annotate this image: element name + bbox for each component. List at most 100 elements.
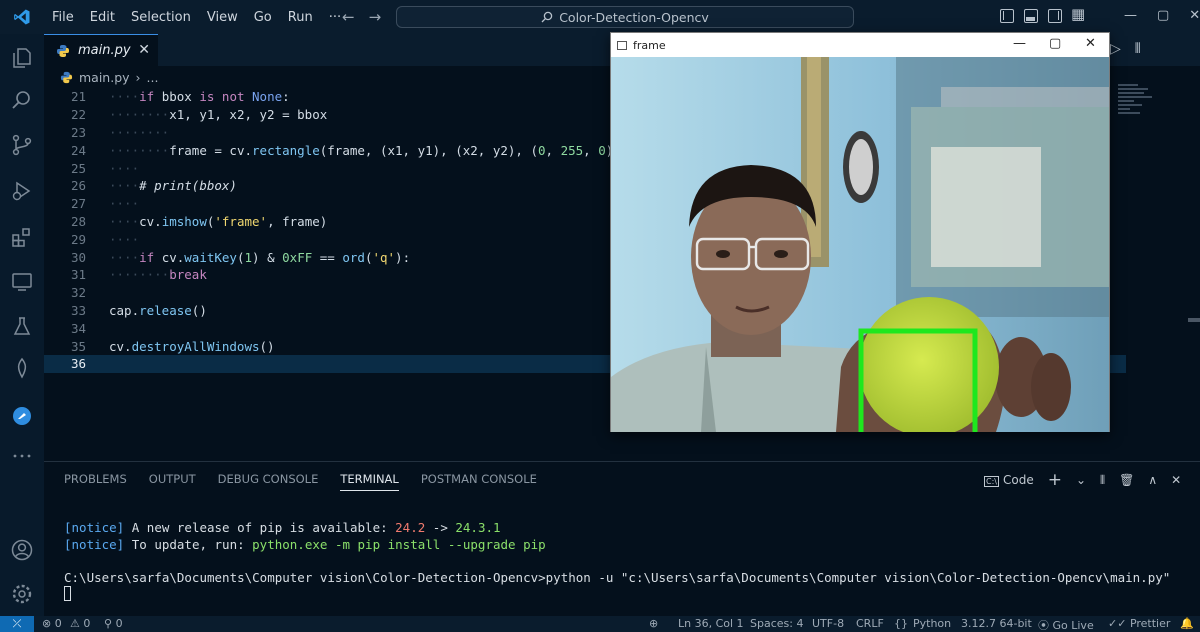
python-file-icon xyxy=(57,44,69,57)
window-app-icon xyxy=(617,40,627,50)
terminal-old-version: 24.2 xyxy=(395,520,426,535)
activity-bar xyxy=(0,34,44,616)
testing-flask-icon[interactable] xyxy=(0,307,44,347)
prettier-button[interactable]: ✓✓ Prettier xyxy=(1108,617,1170,630)
python-file-icon xyxy=(60,71,73,83)
status-eol[interactable]: CRLF xyxy=(856,617,884,630)
terminal-text: A new release of pip is available: xyxy=(124,520,396,535)
run-debug-icon[interactable] xyxy=(0,171,44,211)
toggle-panel-icon[interactable] xyxy=(1024,9,1038,23)
frame-minimize-icon[interactable]: — xyxy=(1013,36,1026,51)
remote-explorer-icon[interactable] xyxy=(0,262,44,302)
remote-indicator-icon[interactable]: ⤫ xyxy=(0,616,34,632)
menu-view[interactable]: View xyxy=(199,10,246,25)
frame-title: frame xyxy=(633,38,666,52)
close-panel-icon[interactable]: ✕ xyxy=(1171,473,1181,487)
zoom-icon[interactable]: ⊕ xyxy=(649,617,658,630)
tab-main-py[interactable]: main.py ✕ xyxy=(44,34,158,66)
braces-icon[interactable]: {} xyxy=(894,617,908,630)
vscode-logo-icon xyxy=(0,0,44,34)
customize-layout-icon[interactable] xyxy=(1071,5,1086,23)
mongodb-leaf-icon[interactable] xyxy=(0,349,44,389)
breadcrumb-file[interactable]: main.py xyxy=(79,70,130,85)
run-python-file-icon[interactable]: ▷ xyxy=(1110,41,1121,57)
breadcrumb-separator: › xyxy=(135,69,141,85)
status-bar: ⤫ ⊗ 0 ⚠ 0 ⚲ 0 ⊕ Ln 36, Col 1 Spaces: 4 U… xyxy=(0,616,1200,632)
restore-icon[interactable]: ▢ xyxy=(1157,8,1169,23)
frame-title-bar[interactable]: frame — ▢ ✕ xyxy=(611,33,1109,57)
terminal-profile[interactable]: C:\ Code xyxy=(984,473,1034,487)
terminal-cursor xyxy=(64,586,71,601)
split-editor-icon[interactable]: ⫴ xyxy=(1135,41,1141,57)
terminal-icon: C:\ xyxy=(984,476,999,487)
terminal-command: python.exe -m pip install --upgrade pip xyxy=(252,536,546,552)
explorer-icon[interactable] xyxy=(0,38,44,78)
close-icon[interactable]: ✕ xyxy=(1189,8,1200,23)
terminal-notice: [notice] xyxy=(64,520,125,535)
trash-icon[interactable]: 🗑 xyxy=(1119,473,1134,487)
title-bar: File Edit Selection View Go Run ··· ← → … xyxy=(0,0,1200,34)
chevron-down-icon[interactable]: ⌄ xyxy=(1076,473,1086,487)
broadcast-icon: ⚲ xyxy=(104,617,116,630)
breadcrumb-symbol[interactable]: ... xyxy=(147,70,159,85)
toggle-primary-sidebar-icon[interactable] xyxy=(1000,9,1014,23)
editor-scrollbar[interactable] xyxy=(1188,318,1200,322)
status-language[interactable]: Python xyxy=(913,617,951,630)
frame-close-icon[interactable]: ✕ xyxy=(1085,36,1096,51)
terminal-output[interactable]: [notice] A new release of pip is availab… xyxy=(64,520,1170,603)
go-live-label: Go Live xyxy=(1052,619,1094,632)
status-ports[interactable]: ⚲ 0 xyxy=(104,617,123,630)
tab-terminal[interactable]: TERMINAL xyxy=(340,472,399,491)
close-tab-icon[interactable]: ✕ xyxy=(138,42,150,58)
prettier-label: Prettier xyxy=(1129,617,1171,630)
terminal-text: To update, run: xyxy=(124,536,253,552)
terminal-text: -> xyxy=(425,520,456,535)
minimap[interactable] xyxy=(1118,84,1158,134)
terminal-profile-label: Code xyxy=(1002,473,1034,487)
more-views-icon[interactable] xyxy=(0,436,44,476)
frame-maximize-icon[interactable]: ▢ xyxy=(1049,36,1061,51)
back-arrow-icon[interactable]: ← xyxy=(342,8,355,26)
search-icon[interactable] xyxy=(0,80,44,120)
status-position[interactable]: Ln 36, Col 1 xyxy=(678,617,744,630)
menu-selection[interactable]: Selection xyxy=(123,10,199,25)
notifications-bell-icon[interactable]: 🔔 xyxy=(1180,617,1194,630)
double-check-icon: ✓✓ xyxy=(1108,617,1130,630)
status-interpreter[interactable]: 3.12.7 64-bit xyxy=(961,617,1032,630)
status-warnings[interactable]: ⚠ 0 xyxy=(70,617,90,630)
tab-problems[interactable]: PROBLEMS xyxy=(64,472,127,491)
menu-file[interactable]: File xyxy=(44,10,82,25)
extensions-icon[interactable] xyxy=(0,217,44,257)
new-terminal-icon[interactable]: + xyxy=(1048,470,1062,490)
tab-postman-console[interactable]: POSTMAN CONSOLE xyxy=(421,472,537,491)
menu-run[interactable]: Run xyxy=(280,10,321,25)
postman-icon[interactable] xyxy=(0,396,44,436)
active-line-number: 36 xyxy=(70,356,86,372)
status-ports-count: 0 xyxy=(115,617,123,630)
bottom-panel: PROBLEMS OUTPUT DEBUG CONSOLE TERMINAL P… xyxy=(44,461,1200,616)
status-spaces[interactable]: Spaces: 4 xyxy=(750,617,803,630)
account-icon[interactable] xyxy=(0,530,44,570)
manage-gear-icon[interactable] xyxy=(0,574,44,614)
status-errors[interactable]: ⊗ 0 xyxy=(42,617,62,630)
minimize-icon[interactable]: — xyxy=(1124,8,1137,23)
search-icon xyxy=(541,11,553,23)
terminal-notice: [notice] xyxy=(64,536,125,552)
split-terminal-icon[interactable]: ⫴ xyxy=(1100,473,1105,488)
toggle-secondary-sidebar-icon[interactable] xyxy=(1048,9,1062,23)
command-center-search[interactable]: Color-Detection-Opencv xyxy=(396,6,854,28)
status-encoding[interactable]: UTF-8 xyxy=(812,617,844,630)
forward-arrow-icon[interactable]: → xyxy=(369,8,382,26)
menu-edit[interactable]: Edit xyxy=(82,10,123,25)
tab-debug-console[interactable]: DEBUG CONSOLE xyxy=(218,472,319,491)
tab-output[interactable]: OUTPUT xyxy=(149,472,196,491)
broadcast-icon: ⦿ xyxy=(1038,619,1053,632)
source-control-icon[interactable] xyxy=(0,125,44,165)
menu-go[interactable]: Go xyxy=(246,10,280,25)
maximize-panel-icon[interactable]: ∧ xyxy=(1148,473,1157,487)
opencv-frame-window[interactable]: frame — ▢ ✕ xyxy=(610,32,1110,432)
webcam-frame-image xyxy=(611,57,1109,432)
go-live-button[interactable]: ⦿ Go Live xyxy=(1038,617,1094,632)
menu-bar: File Edit Selection View Go Run ··· xyxy=(44,0,349,34)
terminal-prompt-line: C:\Users\sarfa\Documents\Computer vision… xyxy=(64,569,1171,585)
